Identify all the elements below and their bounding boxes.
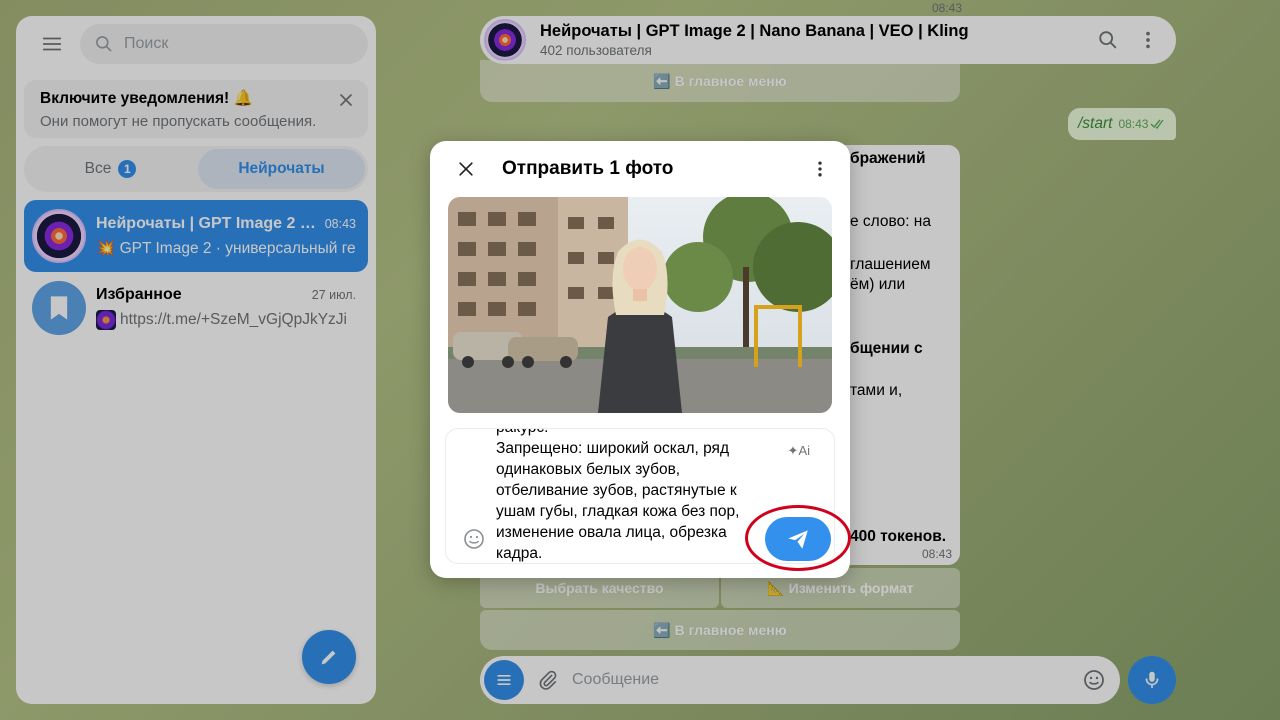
send-icon bbox=[788, 530, 808, 549]
close-dialog-button[interactable] bbox=[446, 149, 486, 189]
more-vertical-icon bbox=[818, 161, 822, 177]
smile-icon[interactable] bbox=[462, 527, 486, 551]
close-icon bbox=[459, 162, 473, 176]
dialog-title: Отправить 1 фото bbox=[502, 158, 674, 179]
dialog-header: Отправить 1 фото bbox=[430, 141, 850, 197]
ai-label: Ai bbox=[798, 443, 810, 458]
sparkle-icon: ✦ bbox=[787, 443, 799, 458]
send-button[interactable] bbox=[765, 517, 831, 561]
dialog-more-button[interactable] bbox=[804, 149, 836, 189]
ai-edit-button[interactable]: ✦Ai bbox=[788, 443, 810, 459]
photo-image bbox=[448, 197, 832, 413]
send-photo-dialog: Отправить 1 фото Запрещено: широкий оска… bbox=[430, 141, 850, 578]
caption-text[interactable]: ракурс. Запрещено: широкий оскал, ряд од… bbox=[496, 429, 766, 563]
photo-preview[interactable] bbox=[448, 197, 832, 413]
